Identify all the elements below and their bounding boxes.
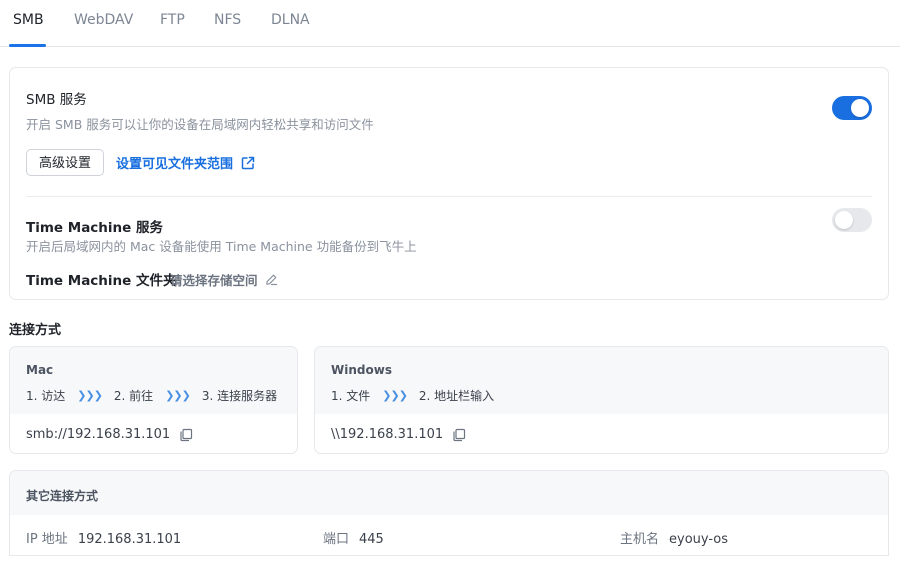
visible-folders-link[interactable]: 设置可见文件夹范围: [116, 153, 255, 172]
windows-step-1: 1. 文件: [331, 389, 371, 403]
other-connection-title: 其它连接方式: [26, 489, 99, 503]
ip-value: 192.168.31.101: [77, 532, 182, 547]
edit-pencil-icon: [265, 274, 277, 286]
tab-webdav[interactable]: WebDAV: [74, 11, 133, 29]
other-connection-card: 其它连接方式 IP 地址 192.168.31.101 端口 445 主机名 eyou…: [9, 470, 889, 556]
time-machine-title: Time Machine 服务: [26, 220, 164, 236]
protocol-tabs: SMB WebDAV FTP NFS DLNA: [0, 0, 900, 47]
smb-service-description: 开启 SMB 服务可以让你的设备在局域网内轻松共享和访问文件: [26, 117, 374, 132]
mac-connection-card: Mac 1. 访达 ❯❯❯ 2. 前往 ❯❯❯ 3. 连接服务器 smb://1…: [9, 346, 298, 454]
hostname-row: 主机名 eyouy-os: [620, 528, 728, 547]
copy-icon[interactable]: [452, 428, 466, 442]
smb-settings-card: SMB 服务 开启 SMB 服务可以让你的设备在局域网内轻松共享和访问文件 高级…: [9, 67, 889, 300]
mac-step-3: 3. 连接服务器: [201, 389, 278, 403]
time-machine-folder-label: Time Machine 文件夹: [26, 273, 177, 289]
mac-address-row: smb://192.168.31.101: [26, 427, 193, 442]
tab-dlna[interactable]: DLNA: [271, 11, 310, 29]
smb-service-title: SMB 服务: [26, 92, 87, 108]
windows-connection-card: Windows 1. 文件 ❯❯❯ 2. 地址栏输入 \\192.168.31.…: [314, 346, 889, 454]
windows-label: Windows: [331, 363, 392, 377]
hostname-label: 主机名: [620, 532, 660, 547]
chevron-right-icon: ❯❯❯: [382, 389, 408, 402]
ip-address-row: IP 地址 192.168.31.101: [26, 528, 181, 547]
windows-step-2: 2. 地址栏输入: [418, 389, 495, 403]
visible-folders-link-label: 设置可见文件夹范围: [116, 157, 234, 172]
connection-heading: 连接方式: [9, 323, 62, 338]
copy-icon[interactable]: [179, 428, 193, 442]
mac-label: Mac: [26, 363, 54, 377]
tab-smb[interactable]: SMB: [13, 11, 44, 29]
tab-nfs[interactable]: NFS: [214, 11, 241, 29]
toggle-knob: [851, 99, 869, 117]
windows-steps: 1. 文件 ❯❯❯ 2. 地址栏输入: [331, 387, 494, 404]
active-tab-indicator: [9, 44, 46, 47]
chevron-right-icon: ❯❯❯: [165, 389, 191, 402]
mac-step-1: 1. 访达: [26, 389, 66, 403]
storage-select[interactable]: 请选择存储空间: [170, 270, 278, 289]
ip-label: IP 地址: [26, 532, 68, 547]
advanced-settings-button[interactable]: 高级设置: [26, 149, 105, 176]
port-value: 445: [359, 532, 384, 547]
mac-steps: 1. 访达 ❯❯❯ 2. 前往 ❯❯❯ 3. 连接服务器: [26, 387, 277, 404]
hostname-value: eyouy-os: [669, 532, 729, 547]
time-machine-description: 开启后局域网内的 Mac 设备能使用 Time Machine 功能备份到飞牛上: [26, 239, 417, 254]
port-label: 端口: [323, 532, 350, 547]
toggle-knob: [835, 211, 853, 229]
smb-service-toggle[interactable]: [832, 96, 872, 120]
storage-select-placeholder: 请选择存储空间: [170, 273, 258, 288]
chevron-right-icon: ❯❯❯: [77, 389, 103, 402]
external-link-icon: [241, 156, 255, 169]
mac-address: smb://192.168.31.101: [26, 427, 171, 442]
windows-address-row: \\192.168.31.101: [331, 427, 466, 442]
mac-step-2: 2. 前往: [113, 389, 154, 403]
tab-ftp[interactable]: FTP: [160, 11, 185, 29]
other-card-header: [10, 471, 888, 515]
port-row: 端口 445: [323, 528, 384, 547]
section-divider: [26, 196, 872, 197]
time-machine-toggle[interactable]: [832, 208, 872, 232]
windows-address: \\192.168.31.101: [331, 427, 444, 442]
